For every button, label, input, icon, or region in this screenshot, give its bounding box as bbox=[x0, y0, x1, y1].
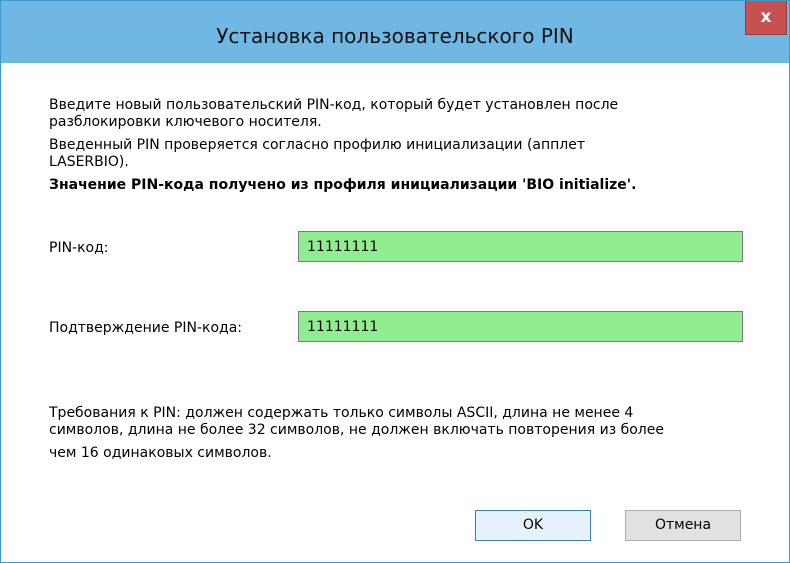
pin-label: PIN-код: bbox=[49, 240, 109, 256]
info-line-2: разблокировки ключевого носителя. bbox=[49, 114, 322, 130]
info-line-1: Введите новый пользовательский PIN-код, … bbox=[49, 97, 619, 113]
set-pin-dialog: Установка пользовательского PIN x Введит… bbox=[0, 0, 790, 563]
requirements-line-2: символов, длина не более 32 символов, не… bbox=[49, 422, 664, 438]
pin-input[interactable] bbox=[298, 231, 743, 262]
confirm-pin-input[interactable] bbox=[298, 311, 743, 342]
dialog-title: Установка пользовательского PIN bbox=[216, 24, 574, 48]
info-line-4: LASERBIO). bbox=[49, 154, 129, 170]
info-line-3: Введенный PIN проверяется согласно профи… bbox=[49, 137, 586, 153]
confirm-pin-label: Подтверждение PIN-кода: bbox=[49, 320, 242, 336]
requirements-line-3: чем 16 одинаковых символов. bbox=[49, 445, 272, 461]
requirements-line-1: Требования к PIN: должен содержать тольк… bbox=[49, 405, 634, 421]
close-button[interactable]: x bbox=[745, 1, 787, 35]
ok-button[interactable]: OK bbox=[475, 510, 591, 541]
cancel-button[interactable]: Отмена bbox=[625, 510, 741, 541]
title-bar[interactable]: Установка пользовательского PIN x bbox=[1, 1, 789, 63]
profile-note: Значение PIN-кода получено из профиля ин… bbox=[49, 177, 637, 193]
